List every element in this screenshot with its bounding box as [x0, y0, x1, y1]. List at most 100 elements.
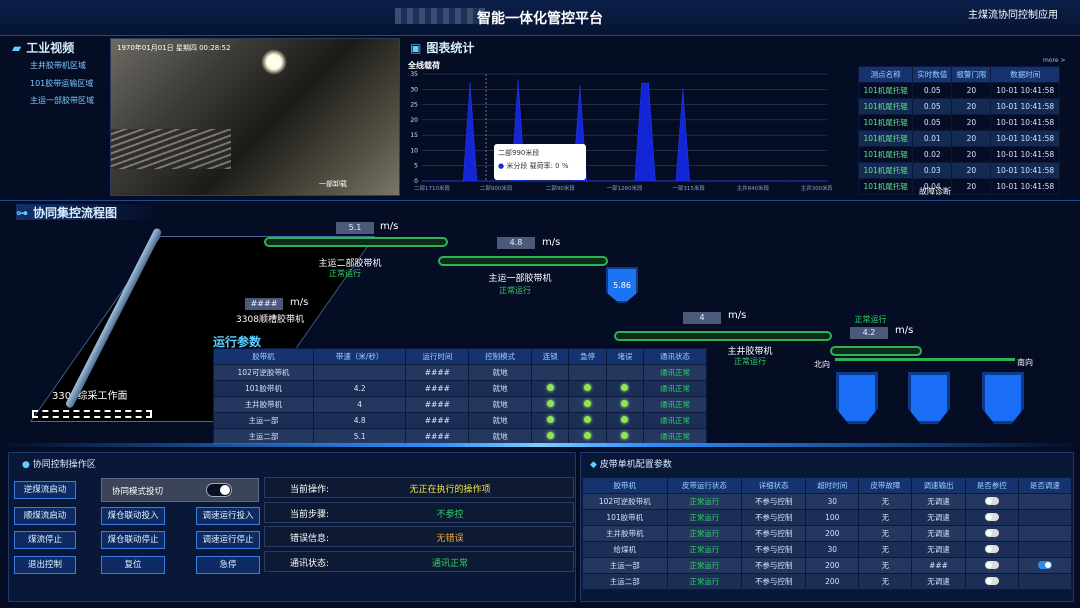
belt-b4[interactable] — [614, 331, 832, 341]
data-point — [565, 180, 567, 182]
video-area-3[interactable]: 主运一部胶带区域 — [30, 95, 94, 106]
table-row[interactable]: 主运一部 4.8 #### 就地 通讯正常 — [213, 412, 707, 429]
divider — [0, 200, 1080, 201]
flow-stop-button[interactable]: 煤流停止 — [14, 531, 76, 549]
reset-button[interactable]: 复位 — [101, 556, 165, 574]
table-cell: 10-01 10:41:58 — [990, 146, 1060, 163]
config-header: 详细状态 — [741, 477, 807, 494]
participate-toggle[interactable] — [984, 528, 999, 537]
table-row[interactable]: 102可逆胶带机 正常运行 不参与控制 30 无无调速 — [582, 493, 1073, 510]
table-row[interactable]: 主运二部 正常运行 不参与控制 200 无无调速 — [582, 573, 1073, 590]
belt-b5[interactable] — [830, 346, 922, 356]
speed-toggle[interactable] — [1037, 560, 1052, 569]
table-row[interactable]: 101胶带机 4.2 #### 就地 通讯正常 — [213, 380, 707, 397]
table-cell: 无调速 — [911, 493, 966, 510]
table-row[interactable]: 101机尾托辊 0.02 20 10-01 10:41:58 — [857, 146, 1060, 163]
sensor-header: 测点名称 — [857, 66, 914, 83]
data-point — [709, 180, 711, 182]
participate-toggle[interactable] — [984, 512, 999, 521]
table-cell — [531, 380, 570, 397]
table-row[interactable]: 101胶带机 正常运行 不参与控制 100 无无调速 — [582, 509, 1073, 526]
table-cell: 20 — [951, 114, 992, 131]
exit-control-button[interactable]: 退出控制 — [14, 556, 76, 574]
table-cell — [312, 364, 407, 381]
table-cell: 正常运行 — [666, 493, 743, 510]
table-row[interactable]: 主井胶带机 4 #### 就地 通讯正常 — [213, 396, 707, 413]
table-cell — [964, 573, 1019, 590]
participate-toggle[interactable] — [984, 576, 999, 585]
speed-run-off-button[interactable]: 调速运行停止 — [196, 531, 260, 549]
participate-toggle[interactable] — [984, 496, 999, 505]
table-row[interactable]: 101机尾托辊 0.05 20 10-01 10:41:58 — [857, 114, 1060, 131]
data-point — [778, 180, 780, 182]
x-tick-label: 二部90米段 — [546, 184, 575, 192]
table-row[interactable]: 主井胶带机 正常运行 不参与控制 200 无无调速 — [582, 525, 1073, 542]
table-cell — [964, 557, 1019, 574]
data-point — [675, 180, 677, 182]
table-cell: 通讯正常 — [643, 364, 707, 381]
data-point — [441, 180, 444, 182]
forward-start-button[interactable]: 顺煤流启动 — [14, 507, 76, 525]
video-area-1[interactable]: 主井胶带机区域 — [30, 60, 86, 71]
table-row[interactable]: 102可逆胶带机 #### 就地 通讯正常 — [213, 364, 707, 381]
bunker-link-on-button[interactable]: 煤仓联动投入 — [101, 507, 165, 525]
status-dot-icon — [621, 384, 629, 391]
mode-toggle[interactable] — [206, 483, 232, 497]
table-cell: 102可逆胶带机 — [213, 364, 314, 381]
table-row[interactable]: 给煤机 正常运行 不参与控制 30 无无调速 — [582, 541, 1073, 558]
load-chart[interactable]: 0 5 10 15 20 25 30 35 二部1710米段 二部900米段 二部90米段 一部126… — [402, 56, 832, 196]
chat-icon: ◆ — [590, 460, 597, 470]
table-row[interactable]: 101机尾托辊 0.03 20 10-01 10:41:58 — [857, 162, 1060, 179]
video-feed[interactable]: 1970年01月01日 星期四 00:28:52 一部卸载 — [110, 38, 400, 196]
table-row[interactable]: 101机尾托辊 0.05 20 10-01 10:41:58 — [857, 98, 1060, 115]
chart-section-title: ▣ 图表统计 — [410, 41, 475, 55]
data-point — [490, 180, 492, 182]
table-row[interactable]: 101机尾托辊 0.05 20 10-01 10:41:58 — [857, 82, 1060, 99]
speed-run-on-button[interactable]: 调速运行投入 — [196, 507, 260, 525]
status-dot-icon — [584, 416, 592, 423]
participate-toggle[interactable] — [984, 544, 999, 553]
b3-speed: #### — [245, 298, 283, 310]
table-cell — [1017, 493, 1073, 510]
y-tick-label: 5 — [414, 163, 418, 170]
data-point — [750, 180, 753, 182]
config-header: 是否参控 — [964, 477, 1019, 494]
data-point — [805, 180, 808, 182]
table-cell: 0.05 — [912, 98, 953, 115]
belt-b2[interactable] — [438, 256, 608, 266]
config-header: 是否调速 — [1017, 477, 1073, 494]
data-point — [483, 180, 485, 182]
data-point — [798, 180, 801, 182]
bin-2[interactable] — [908, 372, 950, 424]
status-dot-icon — [546, 432, 554, 439]
table-cell: 不参与控制 — [741, 493, 807, 510]
status-label: 通讯状态: — [290, 558, 330, 569]
participate-toggle[interactable] — [984, 560, 999, 569]
bin-3[interactable] — [982, 372, 1024, 424]
table-cell — [605, 364, 645, 381]
mode-label: 协同模式投切 — [112, 487, 164, 497]
config-table: 胶带机 皮带运行状态 详细状态 超时时间 皮带故障 调速输出 是否参控 是否调速 102可逆胶… — [582, 477, 1073, 590]
video-area-2[interactable]: 101胶带运输区域 — [30, 78, 93, 89]
data-point — [538, 180, 540, 182]
bunker-link-off-button[interactable]: 煤仓联动停止 — [101, 531, 165, 549]
data-point — [593, 180, 595, 182]
table-row[interactable]: 101机尾托辊 0.04 20 10-01 10:41:58 — [857, 178, 1060, 195]
table-row[interactable]: 101机尾托辊 0.01 20 10-01 10:41:58 — [857, 130, 1060, 147]
table-cell: 无调速 — [911, 573, 966, 590]
more-link[interactable]: more > — [1043, 57, 1065, 64]
app-name[interactable]: 主煤流协同控制应用 — [968, 6, 1058, 21]
data-point — [737, 180, 739, 182]
table-cell: 无 — [858, 493, 913, 510]
table-cell: 20 — [951, 162, 992, 179]
fault-diagnosis[interactable]: 故障诊断 — [919, 186, 951, 197]
bin-1[interactable] — [836, 372, 878, 424]
belt-b1[interactable] — [264, 237, 448, 247]
params-header: 运行时间 — [405, 348, 470, 365]
table-row[interactable]: 主运一部 正常运行 不参与控制 200 无 ### — [582, 557, 1073, 574]
config-header: 超时时间 — [805, 477, 860, 494]
table-cell: 主井胶带机 — [582, 525, 668, 542]
emergency-stop-button[interactable]: 急停 — [196, 556, 260, 574]
hopper[interactable]: 5.86 — [606, 267, 638, 303]
reverse-start-button[interactable]: 逆煤流启动 — [14, 481, 76, 499]
